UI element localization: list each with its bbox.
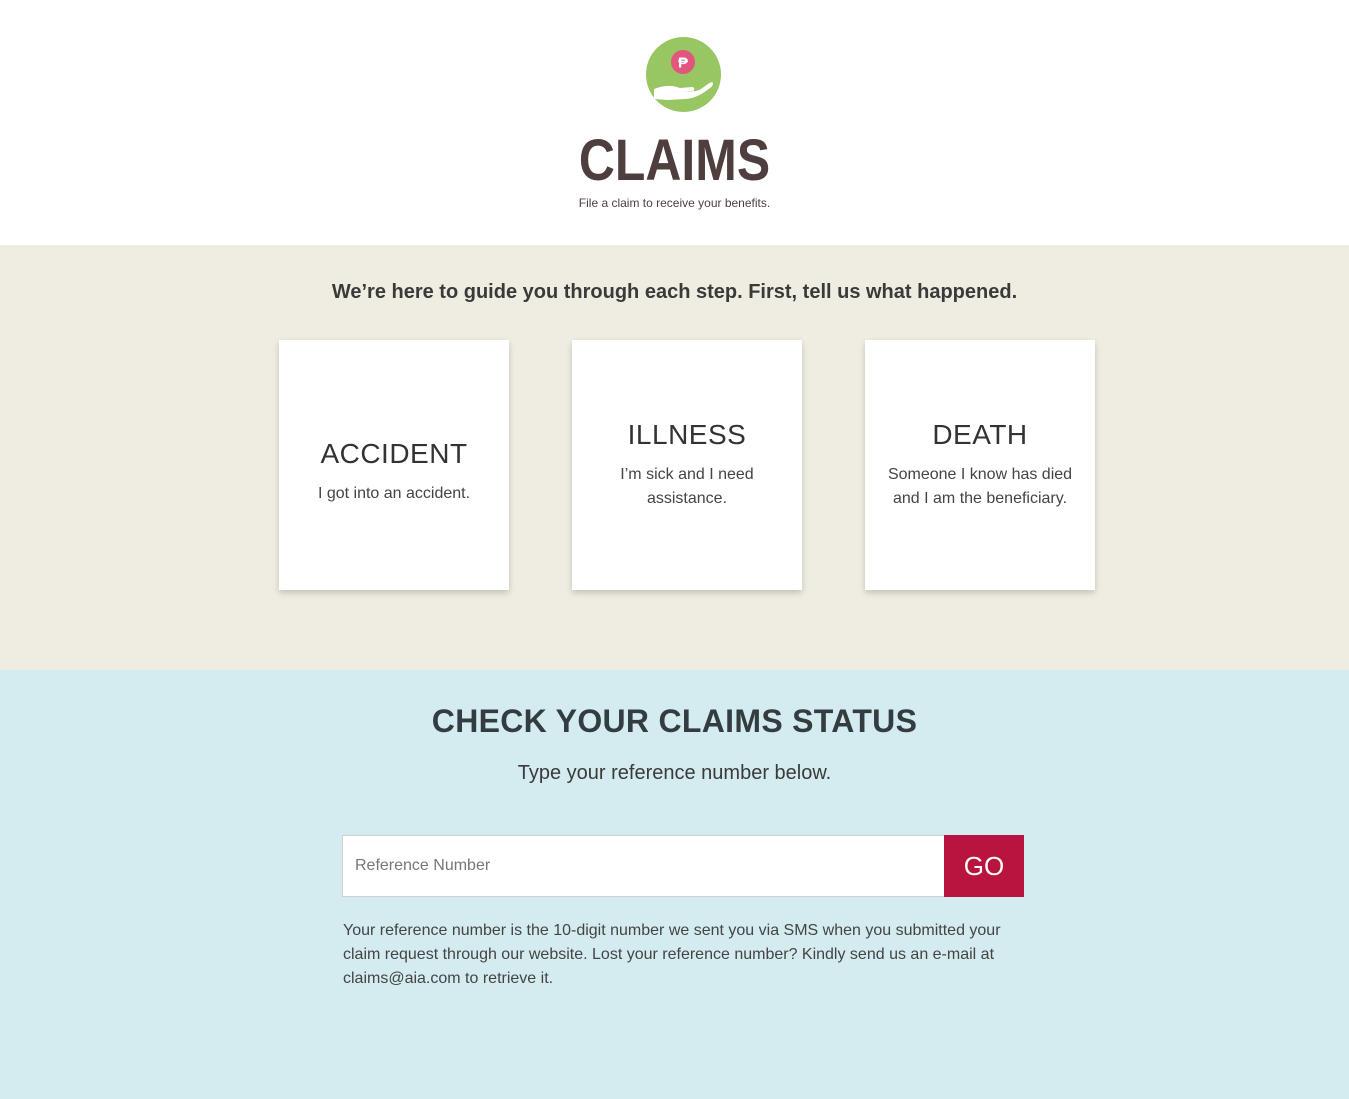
page-subtitle: File a claim to receive your benefits.: [578, 196, 771, 210]
page-title: CLAIMS: [578, 128, 771, 193]
accident-card[interactable]: ACCIDENT I got into an accident.: [279, 340, 509, 590]
card-title: ILLNESS: [627, 419, 747, 450]
svg-text:₱: ₱: [678, 55, 688, 72]
illness-card[interactable]: ILLNESS I’m sick and I need assistance.: [572, 340, 802, 590]
card-description: I got into an accident.: [317, 485, 471, 502]
card-title: ACCIDENT: [320, 438, 468, 469]
claim-type-section: We’re here to guide you through each ste…: [0, 245, 1349, 670]
status-subtitle: Type your reference number below.: [517, 762, 832, 784]
go-button[interactable]: GO: [944, 835, 1024, 897]
reference-number-input[interactable]: [342, 835, 944, 897]
card-description: Someone I know has died and I am the ben…: [887, 466, 1073, 507]
card-title: DEATH: [932, 419, 1028, 450]
hero-section: ₱ CLAIMS File a claim to receive your be…: [0, 0, 1349, 245]
reference-help-text: Your reference number is the 10-digit nu…: [343, 922, 1001, 987]
claim-status-section: CHECK YOUR CLAIMS STATUS Type your refer…: [0, 670, 1349, 1099]
death-card[interactable]: DEATH Someone I know has died and I am t…: [865, 340, 1095, 590]
claims-logo-icon: ₱: [646, 37, 721, 112]
card-description: I’m sick and I need assistance.: [620, 466, 754, 507]
status-title: CHECK YOUR CLAIMS STATUS: [431, 703, 918, 739]
claim-type-heading: We’re here to guide you through each ste…: [331, 281, 1018, 303]
